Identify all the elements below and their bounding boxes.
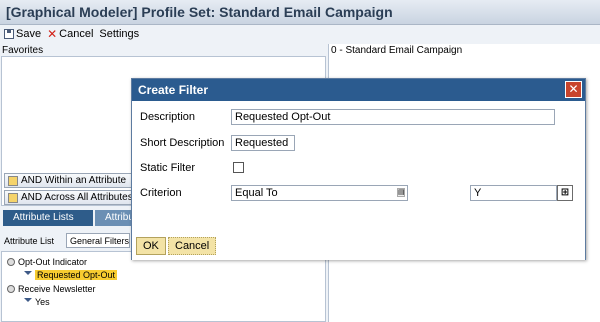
attribute-list-label: Attribute List [4,236,55,246]
attribute-list-select[interactable]: General Filters [66,233,130,248]
profile-set-header: 0 - Standard Email Campaign [331,45,463,56]
static-filter-checkbox[interactable] [233,162,244,173]
criterion-value-input[interactable]: Y [470,185,557,201]
favorites-label: Favorites [2,45,44,56]
settings-button[interactable]: Settings [99,28,139,40]
and-within-button[interactable]: AND Within an Attribute [4,173,134,188]
dialog-title: Create Filter [138,83,209,97]
attribute-node-icon [7,285,15,293]
cancel-label: Cancel [59,28,94,40]
criterion-value: Equal To [235,187,278,199]
tree-item-requested-opt-out[interactable]: Requested Opt-Out [24,270,118,280]
filter-icon [24,298,32,306]
operator-icon [8,175,18,186]
static-filter-label: Static Filter [140,162,196,174]
window-title: [Graphical Modeler] Profile Set: Standar… [0,0,600,25]
save-label: Save [16,28,42,40]
and-within-label: AND Within an Attribute [21,175,127,186]
tree-item-opt-out-indicator[interactable]: Opt-Out Indicator [7,257,87,267]
value-help-icon[interactable]: ⊞ [557,185,573,201]
attribute-node-icon [7,258,15,266]
and-across-label: AND Across All Attributes [21,192,133,203]
tree-item-label: Receive Newsletter [18,284,96,294]
operator-icon [8,192,18,203]
tab-attribute-lists[interactable]: Attribute Lists [3,210,93,226]
filter-icon [24,271,32,279]
description-label: Description [140,111,196,123]
tree-item-yes[interactable]: Yes [24,297,50,307]
tab-attributes[interactable]: Attribu [95,210,134,226]
cancel-button[interactable]: Cancel [168,237,217,255]
cancel-button[interactable]: ✕ Cancel [47,28,93,40]
and-across-button[interactable]: AND Across All Attributes [4,190,134,205]
save-icon [4,29,14,39]
dropdown-icon: ▤ [397,188,405,197]
criterion-label: Criterion [140,187,182,199]
description-input[interactable]: Requested Opt-Out [231,109,555,125]
close-icon[interactable]: ✕ [565,81,582,98]
save-button[interactable]: Save [4,28,41,40]
dialog-header: Create Filter ✕ [132,79,585,101]
tree-item-label: Opt-Out Indicator [18,257,88,267]
criterion-select[interactable]: Equal To ▤ [231,185,408,201]
tree-item-label: Requested Opt-Out [35,270,118,280]
tree-item-receive-newsletter[interactable]: Receive Newsletter [7,284,96,294]
create-filter-dialog: Create Filter ✕ Description Requested Op… [131,78,586,260]
short-description-input[interactable]: Requested [231,135,295,151]
dialog-body: Description Requested Opt-Out Short Desc… [132,101,585,260]
short-description-label: Short Description [140,137,225,149]
attribute-tree: Opt-Out Indicator Requested Opt-Out Rece… [1,251,326,322]
toolbar: Save ✕ Cancel Settings [0,25,600,43]
cancel-icon: ✕ [47,27,58,41]
tree-item-label: Yes [35,297,50,307]
ok-button[interactable]: OK [136,237,166,255]
